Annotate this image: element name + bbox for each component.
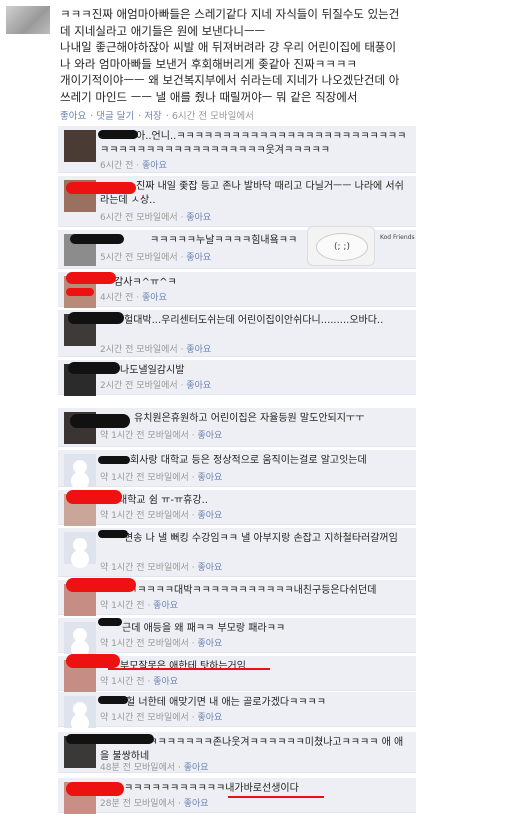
post-line: ㅋㅋㅋ진짜 애엄마아빠들은 스레기같다 지네 자식들이 뒤질수도 있는건 bbox=[60, 7, 400, 21]
comment-meta: 5시간 전 모바일에서 · 좋아요 bbox=[100, 253, 212, 263]
default-avatar-icon[interactable] bbox=[64, 532, 96, 564]
name-redaction bbox=[98, 618, 122, 626]
comment-text: 면송 나 낼 뻐킹 수강임ㅋㅋ 낼 아부지랑 손잡고 지하철타러갈꺼임 bbox=[124, 533, 398, 544]
comment-like-link[interactable]: 좋아요 bbox=[186, 345, 211, 355]
post-line: 데 지네실라고 애기들은 원에 보낸다니ㅡㅡ bbox=[60, 23, 266, 38]
name-redaction bbox=[98, 456, 130, 464]
comment-meta: 2시간 전 모바일에서 · 좋아요 bbox=[100, 345, 212, 355]
author-avatar[interactable] bbox=[6, 6, 50, 34]
default-avatar-icon[interactable] bbox=[64, 696, 96, 728]
comment-meta: 약 1시간 전 모바일에서 · 좋아요 bbox=[100, 473, 223, 483]
emoticon-caption: Kod Friends bbox=[380, 234, 415, 241]
comment-meta: 48분 전 모바일에서 · 좋아요 bbox=[100, 763, 209, 773]
comment-text: 헐 너한테 애맞기면 내 애는 골로가겠다ㅋㅋㅋㅋ bbox=[126, 697, 326, 708]
comment-like-link[interactable]: 좋아요 bbox=[197, 473, 222, 483]
like-link[interactable]: 좋아요 bbox=[60, 111, 86, 122]
name-redaction bbox=[66, 288, 94, 296]
comment-like-link[interactable]: 좋아요 bbox=[186, 213, 211, 223]
highlight-underline bbox=[228, 796, 324, 798]
comment-meta: 약 1시간 전 모바일에서 · 좋아요 bbox=[100, 713, 223, 723]
name-redaction bbox=[66, 578, 136, 592]
comment-meta: 약 1시간 전 모바일에서 · 좋아요 bbox=[100, 511, 223, 521]
name-redaction bbox=[66, 182, 136, 194]
comment-meta: 4시간 전 · 좋아요 bbox=[100, 293, 167, 303]
post-line: 개이기적이야ㅡㅡ 왜 보건복지부에서 쉬라는데 지네가 나오겠단건데 아 bbox=[60, 73, 400, 87]
name-redaction bbox=[70, 234, 124, 244]
name-redaction bbox=[66, 490, 122, 504]
comment-text: ㅋㅋㅋㅋㅋㅋㅋㅋㅋㅋㅋ내가바로선생이다 bbox=[124, 783, 299, 794]
comment-text: 아..언니..ㅋㅋㅋㅋㅋㅋㅋㅋㅋㅋㅋㅋㅋㅋㅋㅋㅋㅋㅋㅋㅋㅋㅋㅋㅋㅋㅋㅋㅋㅋㅋㅋㅋ… bbox=[100, 131, 407, 156]
post-body: ㅋㅋㅋ진짜 애엄마아빠들은 스레기같다 지네 자식들이 뒤질수도 있는건 데 지… bbox=[60, 6, 500, 105]
comment-like-link[interactable]: 좋아요 bbox=[184, 763, 209, 773]
default-avatar-icon[interactable] bbox=[64, 454, 96, 486]
emoticon-face: (; ;) bbox=[316, 233, 368, 261]
comment-meta: 6시간 전 모바일에서 · 좋아요 bbox=[100, 213, 212, 223]
comment-meta: 약 1시간 전 모바일에서 · 좋아요 bbox=[100, 431, 223, 441]
comment-like-link[interactable]: 좋아요 bbox=[184, 799, 209, 809]
comment-text: 나도낼일감시발 bbox=[120, 365, 185, 376]
comment-like-link[interactable]: 좋아요 bbox=[197, 713, 222, 723]
comment-like-link[interactable]: 좋아요 bbox=[197, 511, 222, 521]
comment-meta: 28분 전 모바일에서 · 좋아요 bbox=[100, 799, 209, 809]
comment-text: 감사ㅋ^ㅠ^ㅋ bbox=[114, 277, 177, 288]
name-redaction bbox=[66, 272, 116, 284]
comment-text: 대학교 쉼 ㅠ-ㅠ휴강.. bbox=[118, 495, 208, 506]
comment-text: 유치원은휴원하고 어린이집은 자율등원 말도안되지ㅜㅜ bbox=[134, 413, 365, 424]
comment-text: 회사랑 대학교 등은 정상적으로 움직이는걸로 알고잇는데 bbox=[130, 455, 367, 466]
comment-meta: 약 1시간 전 · 좋아요 bbox=[100, 601, 179, 611]
comment-link[interactable]: 댓글 달기 bbox=[96, 111, 134, 122]
name-redaction bbox=[98, 530, 128, 538]
name-redaction bbox=[68, 312, 124, 324]
comment-meta: 2시간 전 모바일에서 · 좋아요 bbox=[100, 381, 212, 391]
comment-like-link[interactable]: 좋아요 bbox=[197, 639, 222, 649]
name-redaction bbox=[66, 782, 124, 796]
comment-like-link[interactable]: 좋아요 bbox=[153, 677, 178, 687]
comment-like-link[interactable]: 좋아요 bbox=[197, 563, 222, 573]
comment-meta: 약 1시간 전 모바일에서 · 좋아요 bbox=[100, 563, 223, 573]
name-redaction bbox=[70, 414, 130, 428]
comment-text: 진짜 내일 좇잡 등고 존나 발바닥 때리고 다닐거ㅡㅡ 나라에 서쉬라는데 ㅅ… bbox=[100, 181, 404, 206]
comment-text: 근데 애등을 왜 패ㅋㅋ 부모랑 패라ㅋㅋ bbox=[122, 623, 286, 634]
post-line: 나내일 좋근해야하잖아 씨발 애 뒤져버려라 걍 우리 어린이집에 태풍이 bbox=[60, 40, 397, 54]
name-redaction bbox=[66, 734, 154, 744]
comment-text: 헐대박...우리센터도쉬는데 어린이집이안쉬다니.........오바다.. bbox=[124, 315, 384, 326]
post-actions: 좋아요 · 댓글 달기 · 저장 · 6시간 전 모바일에서 bbox=[60, 111, 254, 122]
post-meta: 6시간 전 모바일에서 bbox=[171, 111, 254, 122]
name-redaction bbox=[98, 696, 128, 704]
comment-like-link[interactable]: 좋아요 bbox=[197, 431, 222, 441]
comment-like-link[interactable]: 좋아요 bbox=[142, 161, 167, 171]
emoticon-image: (; ;) bbox=[307, 226, 375, 266]
comment-like-link[interactable]: 좋아요 bbox=[153, 601, 178, 611]
comment-like-link[interactable]: 좋아요 bbox=[186, 253, 211, 263]
post-line: 쓰레기 마인드 ㅡㅡ 낼 애를 줬나 때릴꺼야ㅡ 뭐 같은 직장에서 bbox=[60, 89, 358, 104]
comment-text: ㅋㅋㅋㅋㅋ대박ㅋㅋㅋㅋㅋㅋㅋㅋㅋㅋㅋ내친구등은다쉬던데 bbox=[128, 585, 377, 596]
comment-like-link[interactable]: 좋아요 bbox=[142, 293, 167, 303]
commenter-avatar[interactable] bbox=[64, 130, 96, 162]
comment-meta: 6시간 전 · 좋아요 bbox=[100, 161, 167, 171]
highlight-underline bbox=[108, 668, 270, 670]
comment-meta: 약 1시간 전 모바일에서 · 좋아요 bbox=[100, 639, 223, 649]
comment-text: 부모잘못은 애한테 탓하는거임 bbox=[120, 661, 246, 672]
save-link[interactable]: 저장 bbox=[144, 111, 161, 122]
default-avatar-icon[interactable] bbox=[64, 622, 96, 654]
name-redaction bbox=[66, 654, 120, 668]
comment-like-link[interactable]: 좋아요 bbox=[186, 381, 211, 391]
post-line: 나 와라 엄마아빠들 보낸거 후회해버리게 좆같아 진짜ㅋㅋㅋㅋ bbox=[60, 56, 358, 71]
name-redaction bbox=[68, 362, 120, 374]
comment-meta: 약 1시간 전 · 좋아요 bbox=[100, 677, 179, 687]
name-redaction bbox=[98, 130, 138, 139]
